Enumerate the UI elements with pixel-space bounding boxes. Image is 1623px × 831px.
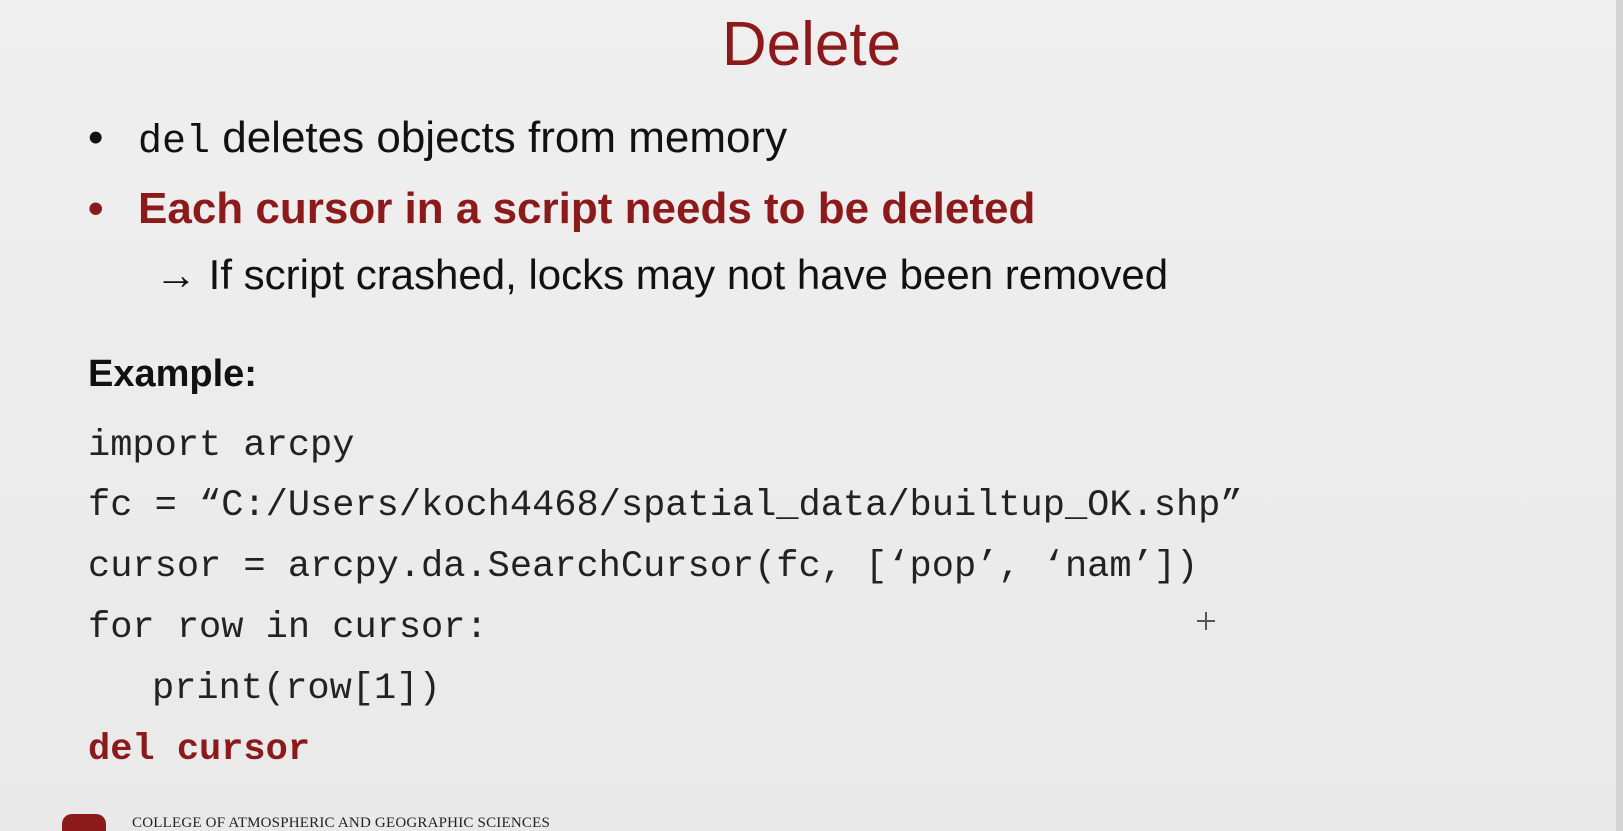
footer-college-name: COLLEGE OF ATMOSPHERIC AND GEOGRAPHIC SC… — [132, 815, 550, 831]
code-line: cursor = arcpy.da.SearchCursor(fc, [‘pop… — [88, 546, 1199, 588]
slide-title: Delete — [721, 10, 902, 79]
bullet-text: Each cursor in a script needs to be dele… — [138, 184, 1036, 233]
bullet-marker: • — [88, 113, 104, 162]
university-logo — [62, 814, 106, 831]
crosshair-icon — [1197, 612, 1215, 630]
code-line-del: del cursor — [88, 729, 311, 771]
bullet-description: deletes objects from memory — [210, 113, 788, 162]
code-line: fc = “C:/Users/koch4468/spatial_data/bui… — [88, 485, 1243, 527]
bullet-marker: • — [88, 184, 104, 233]
inline-code: del — [138, 120, 211, 165]
example-label: Example: — [88, 353, 257, 395]
subbullet-locks: → If script crashed, locks may not have … — [155, 251, 1169, 298]
code-line: import arcpy — [88, 425, 355, 467]
slide: Delete • del deletes objects from memory… — [0, 0, 1623, 831]
code-line: print(row[1]) — [152, 668, 441, 710]
code-line: for row in cursor: — [88, 607, 488, 649]
right-edge-strip — [1616, 0, 1623, 831]
bullet-text: del deletes objects from memory — [138, 113, 787, 168]
